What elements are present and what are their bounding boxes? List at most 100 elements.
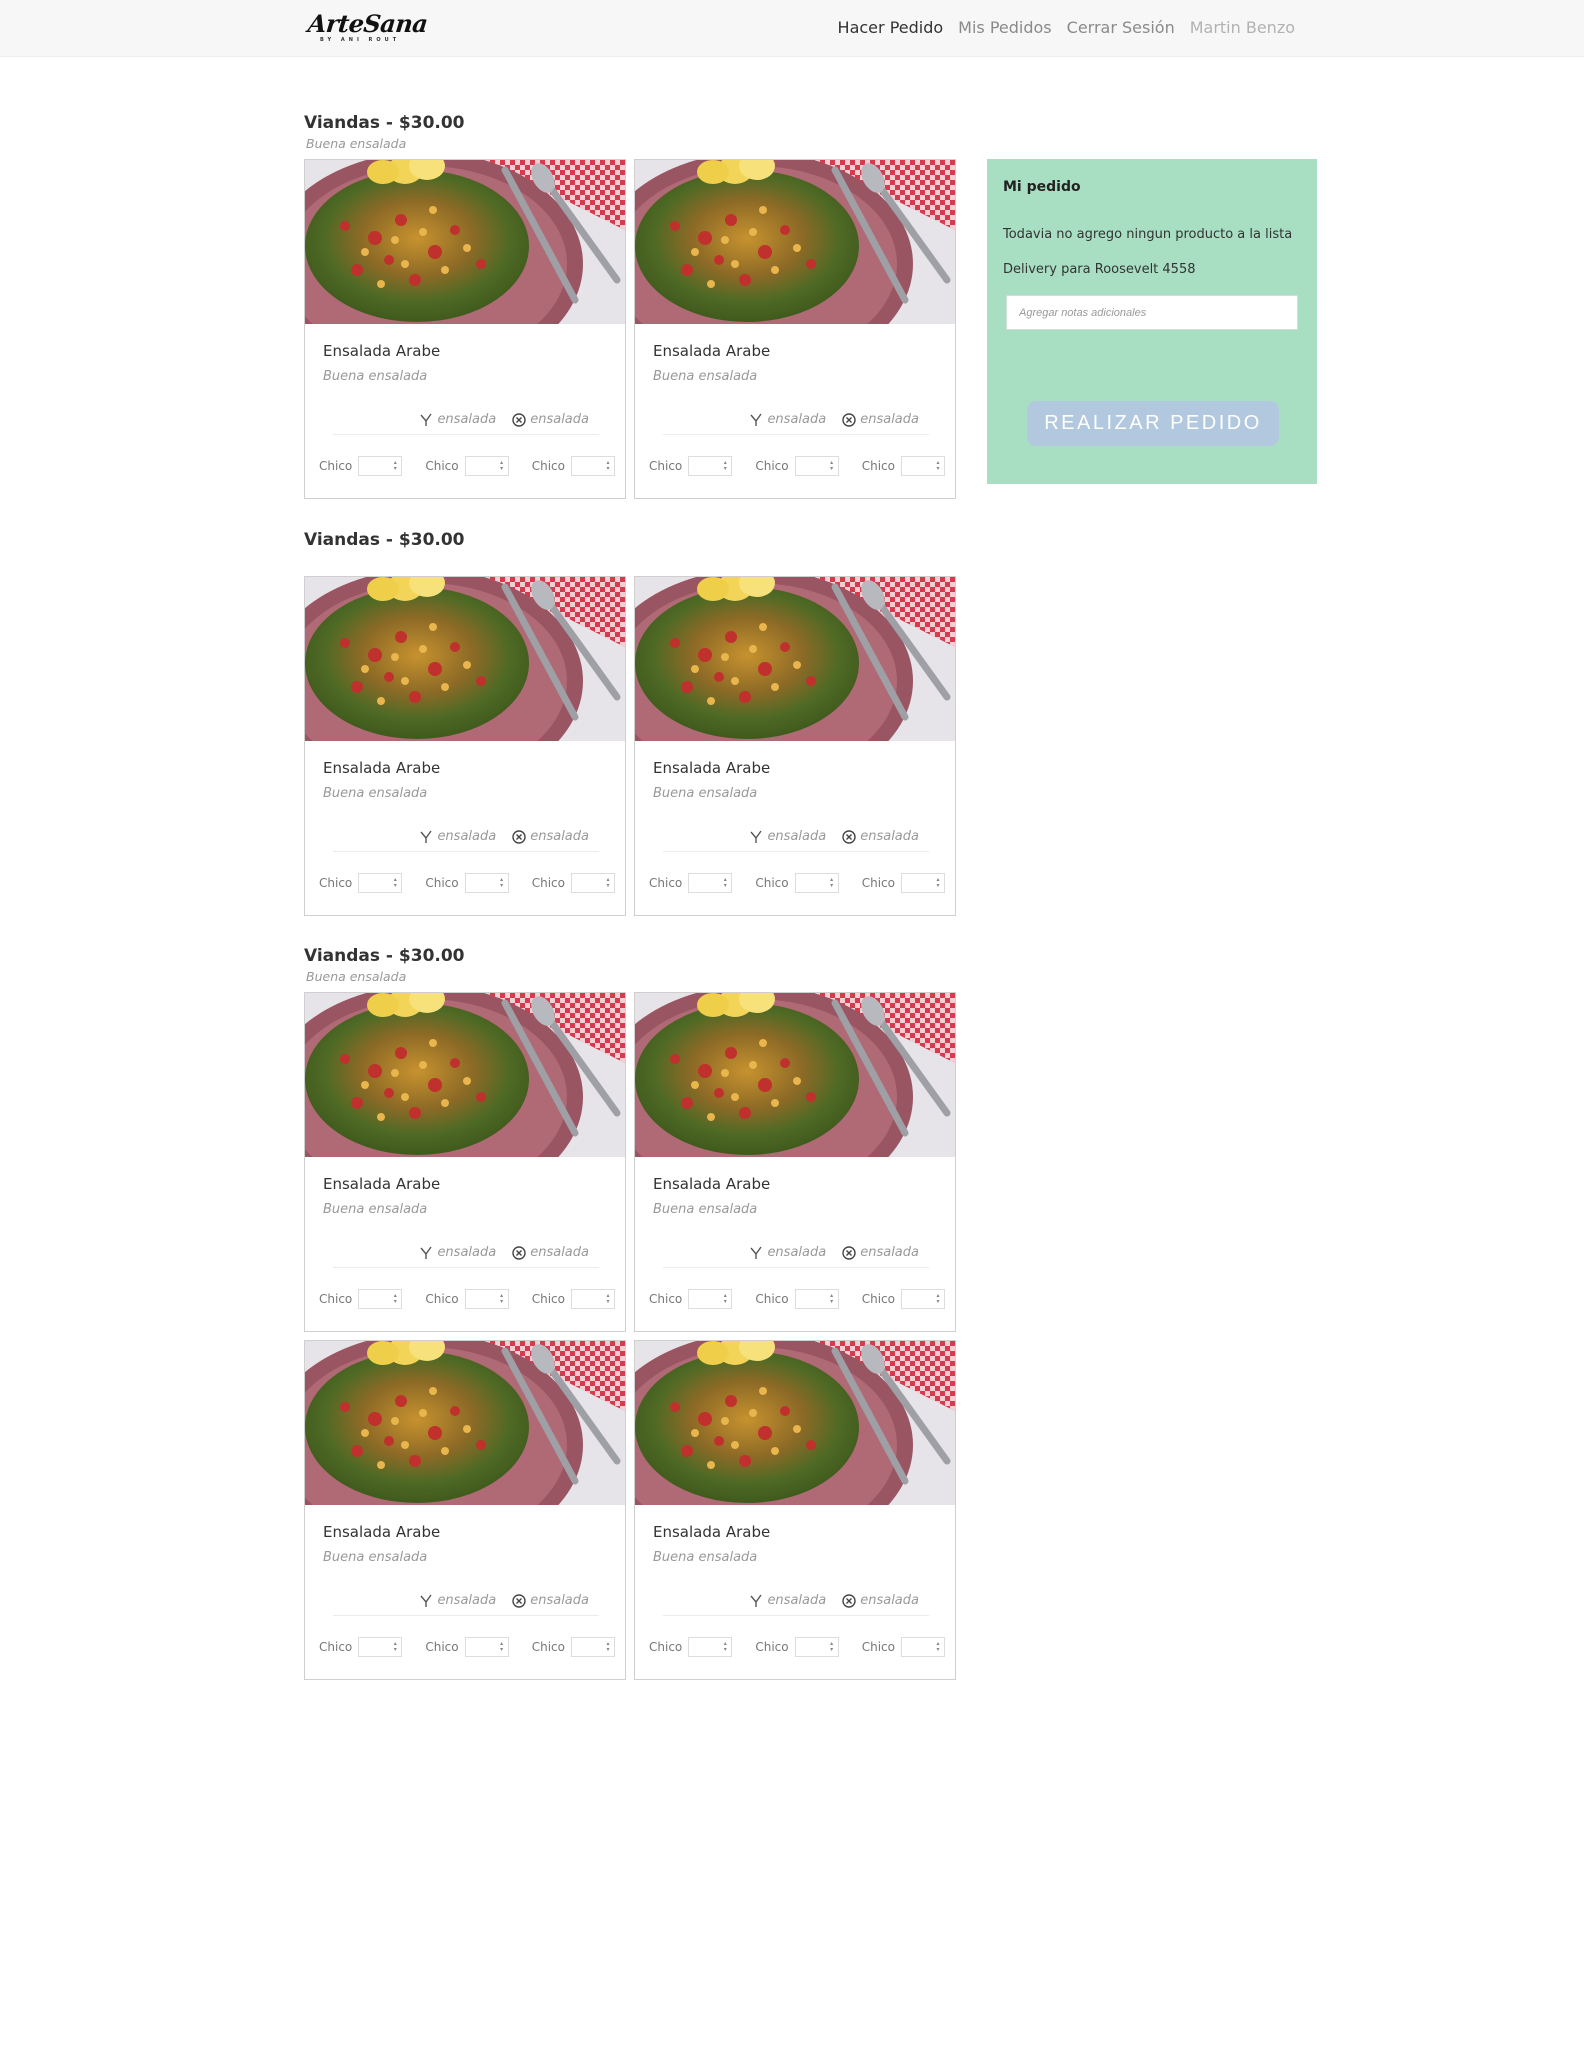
quantity-stepper[interactable]: ▴ ▾ bbox=[688, 1637, 733, 1657]
quantity-stepper[interactable]: ▴ ▾ bbox=[688, 456, 733, 476]
spinner-arrows-icon[interactable]: ▴ ▾ bbox=[392, 1293, 398, 1305]
spinner-arrows-icon[interactable]: ▴ ▾ bbox=[722, 1641, 728, 1653]
product-image bbox=[635, 577, 955, 741]
spinner-arrows-icon[interactable]: ▴ ▾ bbox=[499, 1293, 505, 1305]
spinner-arrows-icon[interactable]: ▴ ▾ bbox=[605, 460, 611, 472]
product-card[interactable]: Ensalada Arabe Buena ensalada ensalada e… bbox=[304, 159, 626, 499]
quantity-stepper[interactable]: ▴ ▾ bbox=[794, 1637, 839, 1657]
quantity-stepper[interactable]: ▴ ▾ bbox=[358, 1637, 403, 1657]
product-tags: ensalada ensalada bbox=[418, 1593, 589, 1608]
quantity-stepper[interactable]: ▴ ▾ bbox=[570, 456, 615, 476]
section-subtitle: Buena ensalada bbox=[306, 136, 407, 151]
size-option: Chico ▴ ▾ bbox=[649, 873, 733, 893]
quantity-stepper[interactable]: ▴ ▾ bbox=[464, 873, 509, 893]
place-order-button[interactable]: REALIZAR PEDIDO bbox=[1027, 401, 1279, 446]
product-image bbox=[305, 577, 625, 741]
product-card[interactable]: Ensalada Arabe Buena ensalada ensalada e… bbox=[634, 576, 956, 916]
spinner-arrows-icon[interactable]: ▴ ▾ bbox=[829, 877, 835, 889]
spinner-arrows-icon[interactable]: ▴ ▾ bbox=[392, 460, 398, 472]
spinner-arrows-icon[interactable]: ▴ ▾ bbox=[935, 1641, 941, 1653]
quantity-stepper[interactable]: ▴ ▾ bbox=[570, 1289, 615, 1309]
product-name: Ensalada Arabe bbox=[323, 1523, 441, 1541]
spinner-arrows-icon[interactable]: ▴ ▾ bbox=[935, 1293, 941, 1305]
nav-link-hacer-pedido[interactable]: Hacer Pedido bbox=[838, 18, 944, 37]
quantity-stepper[interactable]: ▴ ▾ bbox=[464, 456, 509, 476]
spinner-arrows-icon[interactable]: ▴ ▾ bbox=[499, 460, 505, 472]
card-divider bbox=[333, 851, 599, 852]
section-subtitle: Buena ensalada bbox=[306, 969, 407, 984]
leaf-icon bbox=[748, 829, 763, 844]
spinner-arrows-icon[interactable]: ▴ ▾ bbox=[605, 1641, 611, 1653]
brand-logo[interactable]: ArteSana BY ANI ROUT bbox=[306, 9, 429, 45]
spinner-arrows-icon[interactable]: ▴ ▾ bbox=[935, 460, 941, 472]
spinner-arrows-icon[interactable]: ▴ ▾ bbox=[935, 877, 941, 889]
quantity-stepper[interactable]: ▴ ▾ bbox=[358, 1289, 403, 1309]
quantity-stepper[interactable]: ▴ ▾ bbox=[900, 873, 945, 893]
product-card[interactable]: Ensalada Arabe Buena ensalada ensalada e… bbox=[304, 1340, 626, 1680]
product-card[interactable]: Ensalada Arabe Buena ensalada ensalada e… bbox=[634, 159, 956, 499]
nav-link-mis-pedidos[interactable]: Mis Pedidos bbox=[958, 18, 1051, 37]
product-description: Buena ensalada bbox=[323, 369, 428, 384]
quantity-stepper[interactable]: ▴ ▾ bbox=[358, 873, 403, 893]
leaf-icon bbox=[748, 412, 763, 427]
spinner-arrows-icon[interactable]: ▴ ▾ bbox=[722, 877, 728, 889]
size-label: Chico bbox=[755, 459, 789, 473]
spinner-arrows-icon[interactable]: ▴ ▾ bbox=[829, 1293, 835, 1305]
quantity-stepper[interactable]: ▴ ▾ bbox=[900, 1637, 945, 1657]
product-tag: ensalada bbox=[748, 412, 826, 427]
product-card[interactable]: Ensalada Arabe Buena ensalada ensalada e… bbox=[634, 992, 956, 1332]
product-tag: ensalada bbox=[841, 1245, 919, 1260]
product-card[interactable]: Ensalada Arabe Buena ensalada ensalada e… bbox=[304, 992, 626, 1332]
card-divider bbox=[663, 1615, 929, 1616]
spinner-arrows-icon[interactable]: ▴ ▾ bbox=[722, 1293, 728, 1305]
navbar: ArteSana BY ANI ROUT Hacer Pedido Mis Pe… bbox=[0, 0, 1584, 57]
spinner-arrows-icon[interactable]: ▴ ▾ bbox=[829, 460, 835, 472]
size-option: Chico ▴ ▾ bbox=[755, 456, 839, 476]
card-divider bbox=[663, 851, 929, 852]
spinner-arrows-icon[interactable]: ▴ ▾ bbox=[499, 1641, 505, 1653]
nav-links: Hacer Pedido Mis Pedidos Cerrar Sesión M… bbox=[838, 18, 1295, 37]
product-tag-label: ensalada bbox=[530, 412, 589, 427]
spinner-arrows-icon[interactable]: ▴ ▾ bbox=[392, 877, 398, 889]
section-title: Viandas - $30.00 bbox=[304, 113, 465, 133]
size-option: Chico ▴ ▾ bbox=[649, 456, 733, 476]
order-empty-message: Todavia no agrego ningun producto a la l… bbox=[1003, 227, 1293, 242]
quantity-stepper[interactable]: ▴ ▾ bbox=[900, 456, 945, 476]
product-tag: ensalada bbox=[748, 1245, 826, 1260]
product-tags: ensalada ensalada bbox=[418, 1245, 589, 1260]
nav-link-cerrar-sesion[interactable]: Cerrar Sesión bbox=[1067, 18, 1175, 37]
size-label: Chico bbox=[425, 1292, 459, 1306]
product-tag-label: ensalada bbox=[860, 829, 919, 844]
product-tag: ensalada bbox=[748, 1593, 826, 1608]
quantity-stepper[interactable]: ▴ ▾ bbox=[794, 456, 839, 476]
quantity-stepper[interactable]: ▴ ▾ bbox=[464, 1637, 509, 1657]
size-label: Chico bbox=[861, 876, 895, 890]
quantity-stepper[interactable]: ▴ ▾ bbox=[688, 1289, 733, 1309]
quantity-stepper[interactable]: ▴ ▾ bbox=[794, 1289, 839, 1309]
product-card[interactable]: Ensalada Arabe Buena ensalada ensalada e… bbox=[304, 576, 626, 916]
spinner-arrows-icon[interactable]: ▴ ▾ bbox=[499, 877, 505, 889]
product-tag: ensalada bbox=[418, 1245, 496, 1260]
spinner-arrows-icon[interactable]: ▴ ▾ bbox=[829, 1641, 835, 1653]
quantity-stepper[interactable]: ▴ ▾ bbox=[900, 1289, 945, 1309]
product-tag: ensalada bbox=[748, 829, 826, 844]
size-option: Chico ▴ ▾ bbox=[532, 456, 615, 476]
quantity-stepper[interactable]: ▴ ▾ bbox=[358, 456, 403, 476]
spinner-arrows-icon[interactable]: ▴ ▾ bbox=[605, 1293, 611, 1305]
notes-input[interactable] bbox=[1006, 295, 1298, 330]
quantity-stepper[interactable]: ▴ ▾ bbox=[794, 873, 839, 893]
product-card[interactable]: Ensalada Arabe Buena ensalada ensalada e… bbox=[634, 1340, 956, 1680]
quantity-stepper[interactable]: ▴ ▾ bbox=[688, 873, 733, 893]
quantity-stepper[interactable]: ▴ ▾ bbox=[570, 873, 615, 893]
product-image bbox=[635, 993, 955, 1157]
quantity-stepper[interactable]: ▴ ▾ bbox=[570, 1637, 615, 1657]
size-label: Chico bbox=[861, 1640, 895, 1654]
quantity-stepper[interactable]: ▴ ▾ bbox=[464, 1289, 509, 1309]
spinner-arrows-icon[interactable]: ▴ ▾ bbox=[605, 877, 611, 889]
size-label: Chico bbox=[861, 1292, 895, 1306]
product-image bbox=[305, 160, 625, 324]
spinner-arrows-icon[interactable]: ▴ ▾ bbox=[722, 460, 728, 472]
spinner-arrows-icon[interactable]: ▴ ▾ bbox=[392, 1641, 398, 1653]
size-label: Chico bbox=[319, 876, 353, 890]
leaf-icon bbox=[418, 412, 433, 427]
